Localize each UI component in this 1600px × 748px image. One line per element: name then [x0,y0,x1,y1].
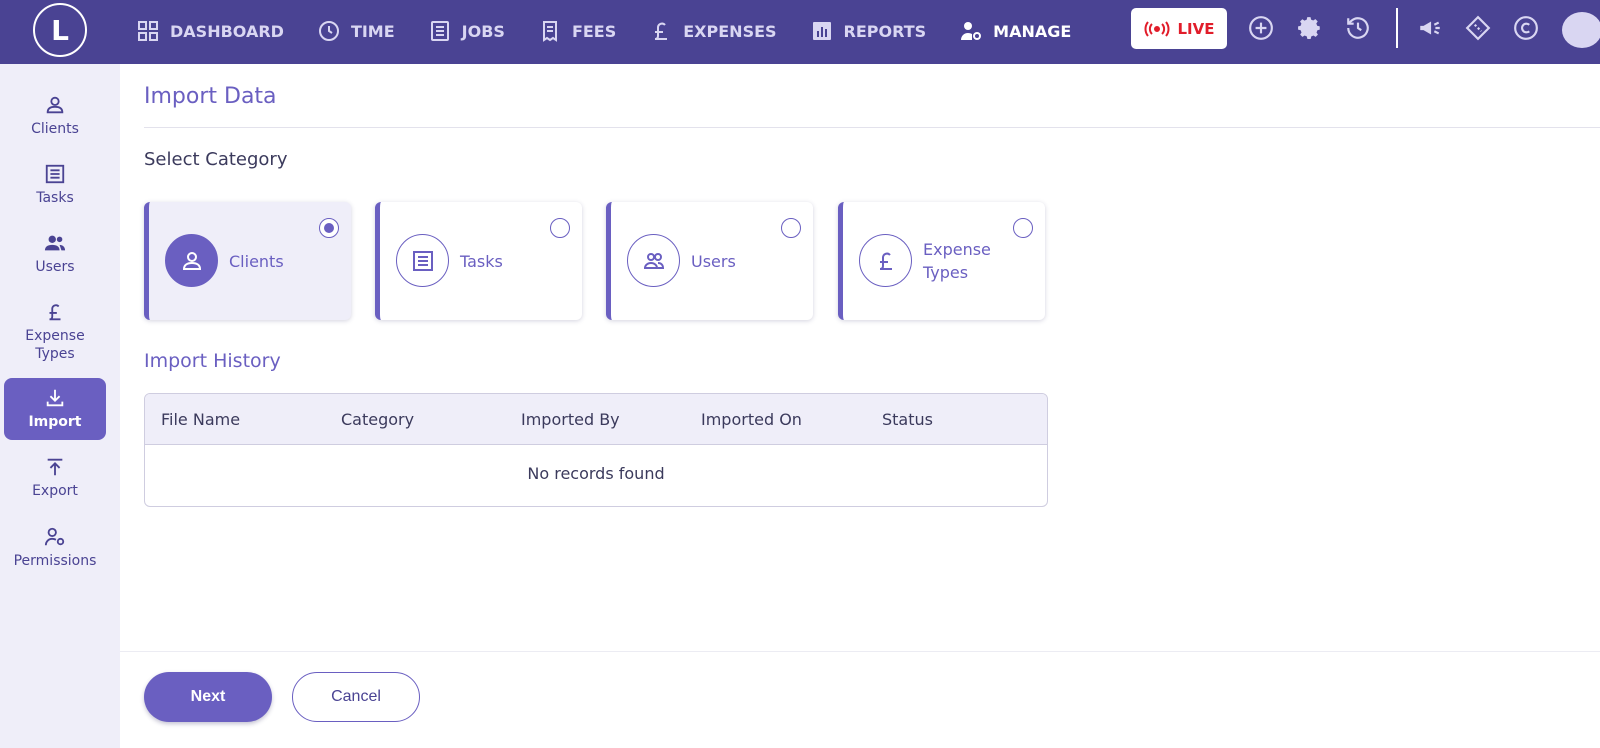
user-gear-icon [961,22,982,40]
nav-manage-label: MANAGE [993,21,1072,41]
sidebar-item-label: Tasks [36,190,74,206]
live-button[interactable]: LIVE [1131,8,1227,49]
announcements-button[interactable] [1416,14,1444,42]
bar-chart-icon [812,22,831,40]
category-radio-clients[interactable] [319,218,339,238]
user-gear-icon [44,527,65,546]
nav-dashboard-label: DASHBOARD [170,21,284,41]
category-icon-wrapper [396,234,449,287]
category-label: Clients [229,251,284,271]
sidebar-item-export[interactable]: Export [4,452,106,504]
dashboard-grid-icon [138,21,158,41]
c-logo-icon [1514,16,1538,40]
import-history-table: File Name Category Imported By Imported … [144,393,1048,507]
sidebar: Clients Tasks Users Expense Types Import… [0,64,120,748]
sidebar-item-clients[interactable]: Clients [4,90,106,142]
person-icon [46,96,64,114]
upload-icon [47,458,63,476]
toolbar-divider [1396,8,1398,48]
pound-icon [655,22,668,40]
app-logo[interactable]: L [33,3,87,57]
title-divider [144,127,1600,128]
sidebar-item-permissions[interactable]: Permissions [4,522,106,574]
clock-icon [318,21,339,41]
megaphone-icon [1420,21,1440,35]
nav-dashboard[interactable]: DASHBOARD [136,0,284,62]
sidebar-item-tasks[interactable]: Tasks [4,159,106,211]
gear-icon [1298,17,1320,39]
category-card-clients[interactable]: Clients [144,202,351,320]
history-button[interactable] [1344,14,1372,42]
broadcast-icon [1143,20,1170,37]
brand-button[interactable] [1512,14,1540,42]
category-radio-users[interactable] [781,218,801,238]
column-header-category[interactable]: Category [341,410,414,429]
sidebar-item-users[interactable]: Users [4,228,106,280]
category-label: Users [691,251,736,271]
nav-fees[interactable]: FEES [538,0,616,62]
sidebar-item-label: Permissions [13,553,97,569]
column-header-file-name[interactable]: File Name [161,410,240,429]
person-icon [182,251,201,270]
footer-divider [120,651,1600,652]
nav-jobs[interactable]: JOBS [428,0,505,62]
nav-expenses-label: EXPENSES [683,21,777,41]
sidebar-item-label: Export [32,483,78,499]
sidebar-item-label: Users [35,259,75,275]
page-title: Import Data [144,84,277,109]
category-radio-tasks[interactable] [550,218,570,238]
radio-selected-dot [324,223,334,233]
sidebar-item-expense-types[interactable]: Expense Types [4,298,106,366]
users-icon [44,235,66,251]
nav-reports-label: REPORTS [843,21,927,41]
nav-expenses[interactable]: EXPENSES [649,0,777,62]
sidebar-item-label: Clients [31,121,79,137]
table-header: File Name Category Imported By Imported … [145,394,1047,445]
main-nav: DASHBOARD TIME JOBS FEES EXPENSES REPORT… [136,0,1104,62]
category-card-expense-types[interactable]: Expense Types [838,202,1045,320]
add-button[interactable] [1247,14,1275,42]
category-label: Expense Types [923,240,991,282]
next-button[interactable]: Next [144,672,272,722]
list-icon [412,250,433,271]
nav-manage[interactable]: MANAGE [959,0,1071,62]
pound-icon [879,252,892,270]
nav-time-label: TIME [350,21,395,41]
tickets-button[interactable] [1464,14,1492,42]
pound-icon [49,304,61,321]
ticket-icon [1465,15,1491,41]
category-icon-wrapper [859,234,912,287]
category-card-users[interactable]: Users [606,202,813,320]
history-icon [1347,17,1369,39]
nav-time[interactable]: TIME [317,0,395,62]
category-icon-wrapper [165,234,218,287]
nav-fees-label: FEES [571,21,617,41]
import-history-heading: Import History [144,350,281,372]
category-radio-expense-types[interactable] [1013,218,1033,238]
receipt-icon [542,21,557,42]
category-icon-wrapper [627,234,680,287]
user-avatar[interactable] [1562,12,1600,48]
nav-jobs-label: JOBS [461,21,505,41]
list-icon [45,164,65,184]
empty-state-text: No records found [527,464,665,483]
column-header-status[interactable]: Status [882,410,933,429]
select-category-heading: Select Category [144,149,288,170]
download-icon [46,389,64,407]
sidebar-item-import[interactable]: Import [4,378,106,440]
top-navigation-bar: L DASHBOARD TIME JOBS FEES EXPENSES REPO… [0,0,1600,64]
list-icon [430,21,449,41]
settings-button[interactable] [1296,14,1324,42]
category-card-tasks[interactable]: Tasks [375,202,582,320]
cancel-button[interactable]: Cancel [292,672,420,722]
live-label: LIVE [1177,19,1215,38]
nav-reports[interactable]: REPORTS [810,0,927,62]
sidebar-item-label: Import [28,414,82,430]
plus-circle-icon [1249,16,1273,40]
column-header-imported-by[interactable]: Imported By [521,410,620,429]
sidebar-item-label: Expense Types [25,328,85,362]
column-header-imported-on[interactable]: Imported On [701,410,802,429]
users-icon [643,252,664,269]
category-label: Tasks [460,251,503,271]
